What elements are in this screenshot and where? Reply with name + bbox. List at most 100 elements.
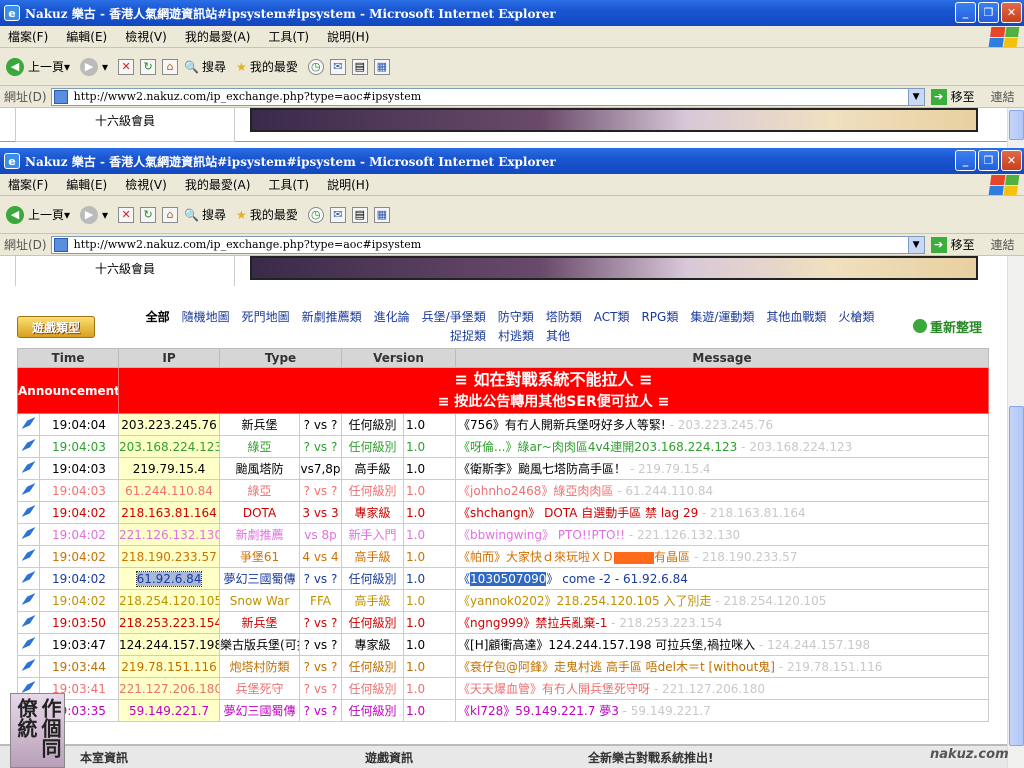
row-ip-text[interactable]: 218.190.233.57 <box>121 550 216 564</box>
row-message[interactable]: 《[H]顧衝高達》124.244.157.198 可拉兵堡,禍拉咪入 - 124… <box>455 633 989 656</box>
table-row[interactable]: 19:04:03 219.79.15.4 颱風塔防 vs7,8p 高手級 1.0 《衛斯李》… <box>17 457 989 480</box>
table-row[interactable]: 19:03:47124.244.157.198樂古版兵堡(可拉)? vs ?專家… <box>17 633 989 656</box>
row-message[interactable]: 《1030507090》 come -2 - 61.92.6.84 <box>455 567 989 590</box>
join-game-icon[interactable] <box>21 593 36 605</box>
row-icon-cell[interactable] <box>17 457 40 480</box>
print-icon[interactable]: ▤ <box>351 58 368 75</box>
footer-promo[interactable]: 全新樂古對戰系統推出! <box>588 749 713 766</box>
row-ip[interactable]: 219.79.15.4 <box>118 457 221 480</box>
join-game-icon[interactable] <box>21 439 36 451</box>
table-row[interactable]: 19:03:44 219.78.151.116 炮塔村防類? vs ? 任何級別 1.0… <box>17 655 989 678</box>
table-row[interactable]: 19:04:02 218.190.233.57 爭堡61 4 vs 4 高手級 1.0 《帕… <box>17 545 989 568</box>
category-4[interactable]: 進化論 <box>374 310 410 324</box>
category-14[interactable]: 村逃類 <box>498 329 534 343</box>
row-ip[interactable]: 221.126.132.130 <box>118 523 221 546</box>
home-icon[interactable]: ⌂ <box>162 58 179 75</box>
row-message[interactable]: 《yannok0202》218.254.120.105 入了別走 - 218.2… <box>455 589 989 612</box>
chevron-down-icon[interactable]: ▼ <box>907 236 924 253</box>
header-type[interactable]: Type <box>219 348 343 368</box>
announcement-line-2[interactable]: ≡ 按此公告轉用其他SER便可拉人 ≡ <box>120 391 988 413</box>
row-ip[interactable]: 218.163.81.164 <box>118 501 221 524</box>
category-6[interactable]: 防守類 <box>498 310 534 324</box>
row-icon-cell[interactable] <box>17 501 40 524</box>
refresh-page-button[interactable]: 重新整理 <box>913 316 989 336</box>
table-row[interactable]: 19:04:03 203.168.224.123 綠亞? vs ? 任何級別 1.0 《呀… <box>17 435 989 458</box>
history-icon[interactable]: ◷ <box>307 206 324 223</box>
favorites-button[interactable]: ★ 我的最愛 <box>236 58 298 75</box>
row-ip-text[interactable]: 218.253.223.154 <box>120 616 219 630</box>
category-7[interactable]: 塔防類 <box>546 310 582 324</box>
scrollbar-thumb[interactable] <box>1009 406 1024 746</box>
links-button[interactable]: 連結 <box>991 236 1015 253</box>
row-ip[interactable]: 218.190.233.57 <box>118 545 221 568</box>
join-game-icon[interactable] <box>21 527 36 539</box>
row-ip[interactable]: 219.78.151.116 <box>118 655 221 678</box>
row-ip[interactable]: 61.92.6.84 <box>118 567 221 590</box>
menu-file[interactable]: 檔案(F) <box>8 176 48 193</box>
table-row[interactable]: 19:04:02 218.163.81.164 DOTA 3 vs 3 專家級 1.0 《s… <box>17 501 989 524</box>
row-ip-text[interactable]: 203.168.224.123 <box>120 440 219 454</box>
join-game-icon[interactable] <box>21 461 36 473</box>
row-ip-text[interactable]: 219.78.151.116 <box>121 660 216 674</box>
row-icon-cell[interactable] <box>17 479 40 502</box>
join-game-icon[interactable] <box>21 659 36 671</box>
forward-button[interactable]: ▶ ▾ <box>80 205 108 224</box>
row-ip-text[interactable]: 218.163.81.164 <box>121 506 216 520</box>
row-message[interactable]: 《呀倫...》綠ar~肉肉區4v4連開203.168.224.123 - 203… <box>455 435 989 458</box>
row-ip-text[interactable]: 221.126.132.130 <box>120 528 219 542</box>
scrollbar[interactable] <box>1007 256 1024 768</box>
minimize-button[interactable]: _ <box>955 2 976 23</box>
favorites-button[interactable]: ★ 我的最愛 <box>236 206 298 223</box>
row-ip-text[interactable]: 221.127.206.180 <box>120 682 219 696</box>
refresh-icon[interactable]: ↻ <box>140 58 157 75</box>
menu-tools[interactable]: 工具(T) <box>268 176 309 193</box>
row-icon-cell[interactable] <box>17 413 40 436</box>
menu-edit[interactable]: 編輯(E) <box>66 28 107 45</box>
menu-file[interactable]: 檔案(F) <box>8 28 48 45</box>
category-5[interactable]: 兵堡/爭堡類 <box>422 310 486 324</box>
row-icon-cell[interactable] <box>17 435 40 458</box>
row-message[interactable]: 《756》有冇人開新兵堡呀好多人等緊! - 203.223.245.76 <box>455 413 989 436</box>
menu-help[interactable]: 說明(H) <box>327 28 369 45</box>
category-1[interactable]: 隨機地圖 <box>182 310 230 324</box>
search-button[interactable]: 🔍 搜尋 <box>184 206 226 223</box>
join-game-icon[interactable] <box>21 681 36 693</box>
category-15[interactable]: 其他 <box>546 329 570 343</box>
table-row[interactable]: 19:03:41 221.127.206.180 兵堡死守? vs ? 任何級別 1.0… <box>17 677 989 700</box>
header-version[interactable]: Version <box>341 348 457 368</box>
row-icon-cell[interactable] <box>17 589 40 612</box>
row-message[interactable]: 《衛斯李》颱風七塔防高手區！ - 219.79.15.4 <box>455 457 989 480</box>
history-icon[interactable]: ◷ <box>307 58 324 75</box>
address-input[interactable]: http://www2.nakuz.com/ip_exchange.php?ty… <box>50 87 925 106</box>
close-button[interactable]: ✕ <box>1001 150 1022 171</box>
scrollbar[interactable] <box>1007 108 1024 148</box>
forward-button[interactable]: ▶ ▾ <box>80 57 108 76</box>
header-ip[interactable]: IP <box>118 348 221 368</box>
join-game-icon[interactable] <box>21 505 36 517</box>
menu-tools[interactable]: 工具(T) <box>268 28 309 45</box>
refresh-icon[interactable]: ↻ <box>140 206 157 223</box>
row-icon-cell[interactable] <box>17 611 40 634</box>
row-ip[interactable]: 59.149.221.7 <box>118 699 221 722</box>
row-message[interactable]: 《帕而》大家快ｄ來玩啦ＸＤ 有晶區 - 218.190.233.57 <box>455 545 989 568</box>
chevron-down-icon[interactable]: ▼ <box>907 88 924 105</box>
close-button[interactable]: ✕ <box>1001 2 1022 23</box>
row-message[interactable]: 《kl728》59.149.221.7 夢3 - 59.149.221.7 <box>455 699 989 722</box>
row-message[interactable]: 《ngng999》禁拉兵亂棄-1 - 218.253.223.154 <box>455 611 989 634</box>
scrollbar-thumb[interactable] <box>1009 110 1024 140</box>
address-input[interactable]: http://www2.nakuz.com/ip_exchange.php?ty… <box>50 235 925 254</box>
row-icon-cell[interactable] <box>17 545 40 568</box>
go-button[interactable]: ➔ 移至 <box>930 236 975 253</box>
row-message[interactable]: 《shchangn》 DOTA 自選動手區 禁 lag 29 - 218.163… <box>455 501 989 524</box>
category-12[interactable]: 火槍類 <box>838 310 874 324</box>
restore-button[interactable]: ❐ <box>978 2 999 23</box>
join-game-icon[interactable] <box>21 483 36 495</box>
footer-room-info[interactable]: 本室資訊 <box>80 749 128 766</box>
edit-icon[interactable]: ▦ <box>373 58 390 75</box>
menu-view[interactable]: 檢視(V) <box>125 28 167 45</box>
home-icon[interactable]: ⌂ <box>162 206 179 223</box>
stop-icon[interactable]: ✕ <box>118 58 135 75</box>
menu-view[interactable]: 檢視(V) <box>125 176 167 193</box>
row-ip[interactable]: 221.127.206.180 <box>118 677 221 700</box>
category-13[interactable]: 捉捉類 <box>450 329 486 343</box>
